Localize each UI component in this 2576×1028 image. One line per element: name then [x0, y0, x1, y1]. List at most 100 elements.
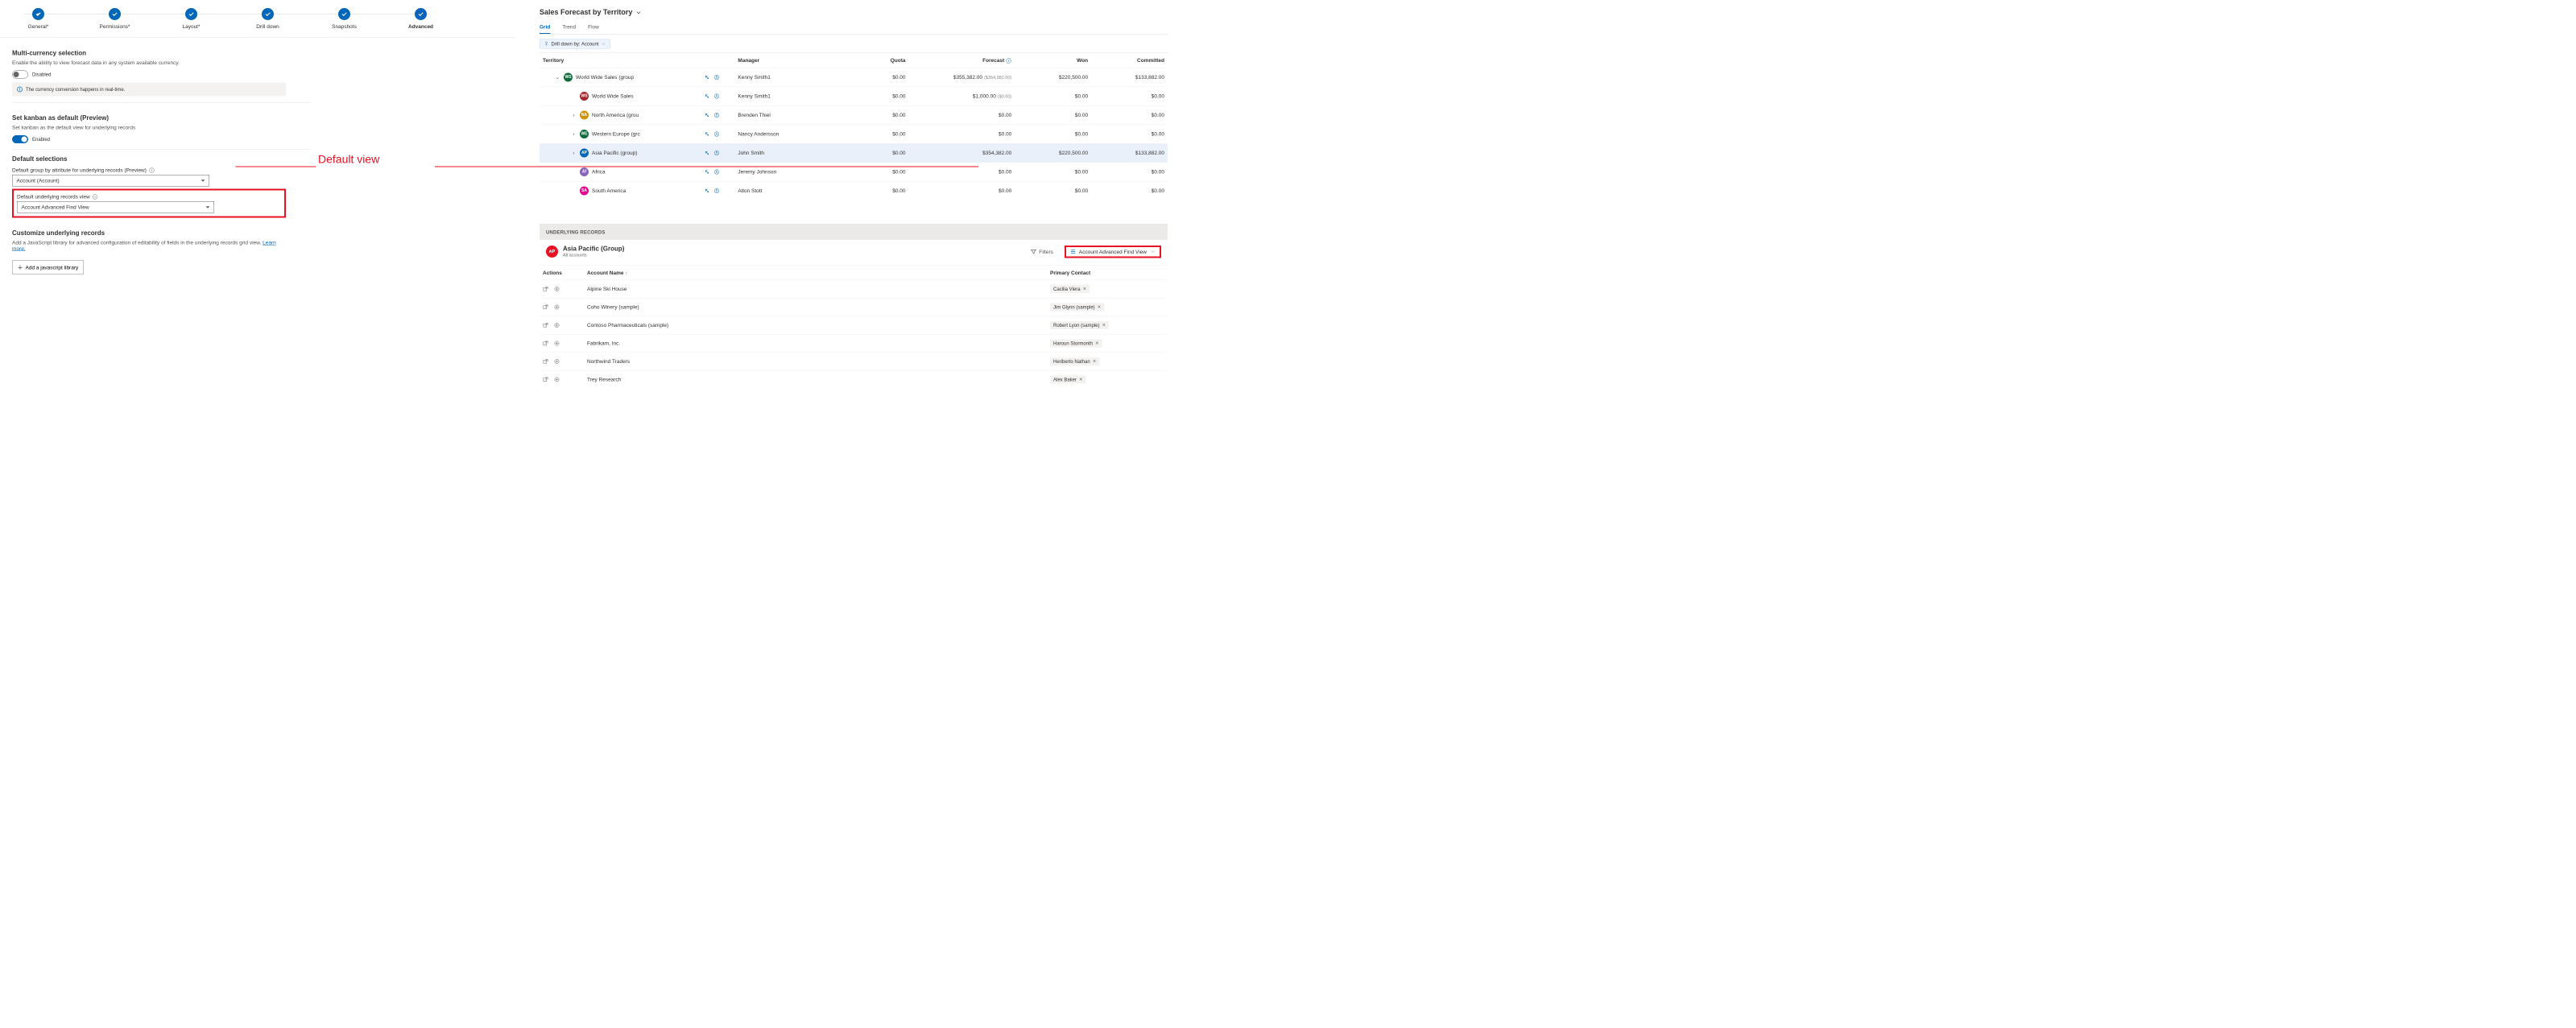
- contact-chip[interactable]: Jim Glynn (sample)✕: [1050, 303, 1104, 311]
- col-actions[interactable]: Actions: [540, 266, 584, 280]
- col-won[interactable]: Won: [1015, 53, 1091, 68]
- contact-chip[interactable]: Cacilia Viera✕: [1050, 285, 1090, 293]
- default-group-dropdown[interactable]: Account (Account): [12, 175, 209, 187]
- contact-chip[interactable]: Alex Baker✕: [1050, 375, 1086, 383]
- account-name-cell[interactable]: Northwind Traders: [584, 353, 1047, 371]
- record-row[interactable]: Alpine Ski House Cacilia Viera✕: [540, 280, 1168, 299]
- forecast-row[interactable]: › NA North America (grou Brenden Thiel $…: [540, 105, 1168, 125]
- step-general[interactable]: General*: [0, 8, 76, 30]
- remove-chip-icon[interactable]: ✕: [1098, 304, 1102, 310]
- account-name-cell[interactable]: Contoso Pharmaceuticals (sample): [584, 316, 1047, 335]
- remove-chip-icon[interactable]: ✕: [1079, 377, 1083, 382]
- committed-cell: $133,882.00: [1091, 143, 1168, 163]
- user-circle-icon[interactable]: [713, 150, 719, 155]
- add-circle-icon[interactable]: [554, 341, 560, 346]
- forecast-row[interactable]: SA South America Alton Stott $0.00 $0.00…: [540, 181, 1168, 200]
- step-permissions[interactable]: Permissions*: [76, 8, 153, 30]
- record-row[interactable]: Fabrikam, Inc. Haroun Stormonth✕: [540, 334, 1168, 353]
- col-primary-contact[interactable]: Primary Contact: [1047, 266, 1168, 280]
- multicurrency-toggle[interactable]: [12, 71, 28, 79]
- account-name-cell[interactable]: Alpine Ski House: [584, 280, 1047, 299]
- step-snapshots[interactable]: Snapshots: [306, 8, 382, 30]
- add-circle-icon[interactable]: [554, 304, 560, 310]
- step-drilldown[interactable]: Drill down: [229, 8, 306, 30]
- expand-icon[interactable]: ›: [571, 150, 577, 156]
- popout-icon[interactable]: [543, 377, 548, 382]
- default-view-dropdown[interactable]: Account Advanced Find View: [17, 201, 214, 213]
- collapse-icon[interactable]: ⌄: [555, 74, 560, 81]
- contact-chip[interactable]: Haroun Stormonth✕: [1050, 339, 1102, 347]
- forecast-cell: $1,000.00($0.00): [908, 87, 1015, 106]
- wizard-stepper: General* Permissions* Layout* Drill down…: [0, 0, 515, 34]
- forecast-row[interactable]: ⌄ WS World Wide Sales (group Kenny Smith…: [540, 68, 1168, 87]
- remove-chip-icon[interactable]: ✕: [1083, 287, 1087, 292]
- forecast-title[interactable]: Sales Forecast by Territory: [540, 8, 1168, 17]
- expand-icon[interactable]: ›: [571, 131, 577, 138]
- col-quota[interactable]: Quota: [833, 53, 909, 68]
- step-layout[interactable]: Layout*: [153, 8, 229, 30]
- open-icon[interactable]: [704, 169, 709, 175]
- tab-trend[interactable]: Trend: [562, 21, 576, 35]
- open-icon[interactable]: [704, 188, 709, 193]
- col-manager[interactable]: Manager: [734, 53, 832, 68]
- col-territory[interactable]: Territory: [540, 53, 701, 68]
- expand-icon[interactable]: ›: [571, 112, 577, 118]
- user-circle-icon[interactable]: [713, 169, 719, 175]
- record-row[interactable]: Coho Winery (sample) Jim Glynn (sample)✕: [540, 298, 1168, 316]
- open-icon[interactable]: [704, 74, 709, 80]
- step-advanced[interactable]: Advanced: [382, 8, 459, 30]
- account-name-cell[interactable]: Fabrikam, Inc.: [584, 334, 1047, 353]
- col-committed[interactable]: Committed: [1091, 53, 1168, 68]
- popout-icon[interactable]: [543, 304, 548, 310]
- open-icon[interactable]: [704, 131, 709, 137]
- popout-icon[interactable]: [543, 286, 548, 291]
- open-icon[interactable]: [704, 150, 709, 155]
- popout-icon[interactable]: [543, 341, 548, 346]
- account-name-cell[interactable]: Coho Winery (sample): [584, 298, 1047, 316]
- add-circle-icon[interactable]: [554, 377, 560, 382]
- territory-avatar: AP: [580, 148, 589, 157]
- territory-avatar: WE: [580, 130, 589, 138]
- col-account-name[interactable]: Account Name↑: [584, 266, 1047, 280]
- col-forecast[interactable]: Forecast: [908, 53, 1015, 68]
- user-circle-icon[interactable]: [713, 93, 719, 99]
- user-circle-icon[interactable]: [713, 131, 719, 137]
- contact-chip[interactable]: Robert Lyon (sample)✕: [1050, 321, 1109, 329]
- check-icon: [418, 11, 424, 18]
- kanban-toggle[interactable]: [12, 135, 28, 143]
- info-icon: [1006, 58, 1011, 64]
- open-icon[interactable]: [704, 112, 709, 118]
- tab-flow[interactable]: Flow: [588, 21, 599, 35]
- won-cell: $0.00: [1015, 87, 1091, 106]
- user-circle-icon[interactable]: [713, 74, 719, 80]
- popout-icon[interactable]: [543, 322, 548, 328]
- territory-name: Africa: [592, 169, 606, 175]
- add-circle-icon[interactable]: [554, 358, 560, 364]
- view-dropdown[interactable]: Account Advanced Find View: [1070, 249, 1156, 255]
- record-row[interactable]: Contoso Pharmaceuticals (sample) Robert …: [540, 316, 1168, 335]
- record-row[interactable]: Trey Research Alex Baker✕: [540, 370, 1168, 388]
- open-icon[interactable]: [704, 93, 709, 99]
- remove-chip-icon[interactable]: ✕: [1093, 359, 1097, 365]
- add-js-library-button[interactable]: ＋Add a javascript library: [12, 261, 84, 275]
- forecast-row[interactable]: › WE Western Europe (grc Nancy Andersson…: [540, 125, 1168, 144]
- user-circle-icon[interactable]: [713, 188, 719, 193]
- drill-down-chip[interactable]: Drill down by: Account: [540, 39, 610, 49]
- info-icon[interactable]: [93, 194, 98, 200]
- remove-chip-icon[interactable]: ✕: [1102, 323, 1106, 328]
- add-circle-icon[interactable]: [554, 322, 560, 328]
- account-name-cell[interactable]: Trey Research: [584, 370, 1047, 388]
- tab-grid[interactable]: Grid: [540, 21, 550, 35]
- check-icon: [112, 11, 118, 18]
- forecast-row[interactable]: Af Africa Jeremy Johnson $0.00 $0.00 $0.…: [540, 163, 1168, 182]
- forecast-row[interactable]: WS World Wide Sales Kenny Smith1 $0.00 $…: [540, 87, 1168, 106]
- popout-icon[interactable]: [543, 358, 548, 364]
- record-row[interactable]: Northwind Traders Heriberto Nathan✕: [540, 353, 1168, 371]
- user-circle-icon[interactable]: [713, 112, 719, 118]
- add-circle-icon[interactable]: [554, 286, 560, 291]
- contact-chip[interactable]: Heriberto Nathan✕: [1050, 357, 1099, 365]
- filters-button[interactable]: Filters: [1031, 249, 1053, 255]
- info-icon[interactable]: [149, 167, 155, 173]
- forecast-row[interactable]: › AP Asia Pacific (group) John Smith $0.…: [540, 143, 1168, 163]
- remove-chip-icon[interactable]: ✕: [1095, 341, 1099, 346]
